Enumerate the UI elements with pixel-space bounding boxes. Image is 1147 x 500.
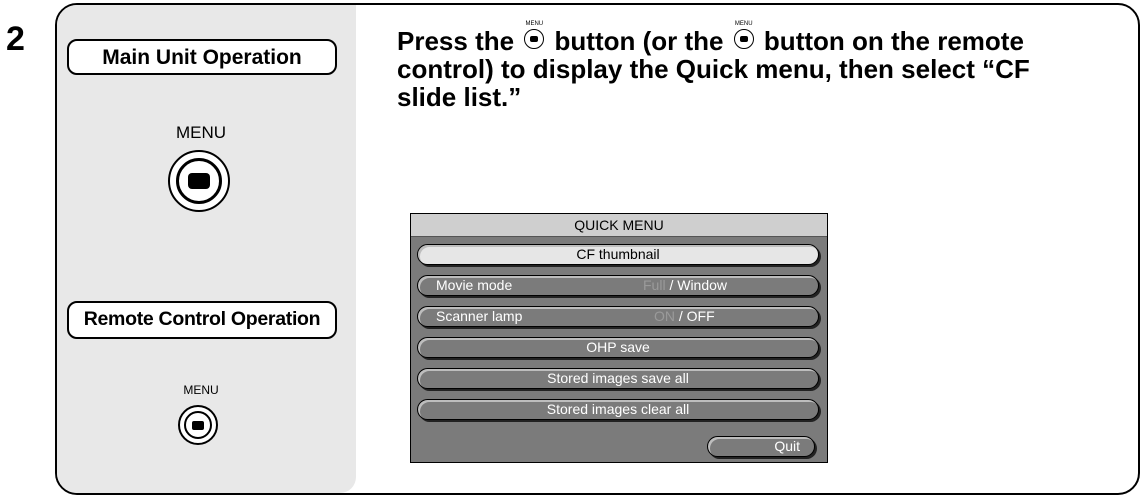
menu-item-ohp-save[interactable]: OHP save	[417, 337, 819, 358]
menu-button-icon	[176, 158, 222, 204]
movie-mode-full-option: Full	[643, 277, 666, 293]
remote-control-heading: Remote Control Operation	[67, 301, 337, 339]
movie-mode-label: Movie mode	[436, 277, 513, 293]
main-menu-button-caption: MENU	[175, 123, 227, 142]
instruction-text: Press the MENU button (or the MENU butto…	[397, 21, 1077, 111]
option-separator: /	[669, 277, 674, 293]
main-unit-heading: Main Unit Operation	[67, 39, 337, 75]
movie-mode-window-option: Window	[677, 277, 728, 293]
option-separator: /	[678, 308, 683, 324]
remote-menu-button-caption: MENU	[183, 383, 219, 397]
menu-item-stored-images-clear-all[interactable]: Stored images clear all	[417, 399, 819, 420]
quit-button[interactable]: Quit	[707, 436, 815, 457]
scanner-lamp-label: Scanner lamp	[436, 308, 523, 324]
inline-menu-button-icon: MENU	[521, 21, 547, 50]
menu-item-cf-thumbnail[interactable]: CF thumbnail	[417, 244, 819, 265]
main-unit-menu-button	[168, 150, 230, 212]
menu-item-stored-images-save-all[interactable]: Stored images save all	[417, 368, 819, 389]
step-number: 2	[6, 20, 25, 58]
quick-menu: QUICK MENU CF thumbnail Movie mode Full …	[410, 213, 828, 463]
inline-remote-button-caption: MENU	[734, 21, 753, 27]
instruction-part-1: Press the	[397, 26, 522, 56]
operation-panel: Main Unit Operation MENU Remote Control …	[57, 5, 356, 493]
remote-menu-button	[178, 405, 218, 445]
inline-button-caption: MENU	[525, 21, 544, 27]
scanner-lamp-on-option: ON	[654, 308, 675, 324]
menu-item-scanner-lamp[interactable]: Scanner lamp ON / OFF	[417, 306, 819, 327]
instruction-part-2: button (or the	[547, 26, 731, 56]
quick-menu-title: QUICK MENU	[411, 214, 827, 237]
scanner-lamp-off-option: OFF	[686, 308, 715, 324]
inline-remote-menu-button-icon: MENU	[731, 21, 757, 50]
menu-item-movie-mode[interactable]: Movie mode Full / Window	[417, 275, 819, 296]
menu-button-icon	[184, 411, 212, 439]
